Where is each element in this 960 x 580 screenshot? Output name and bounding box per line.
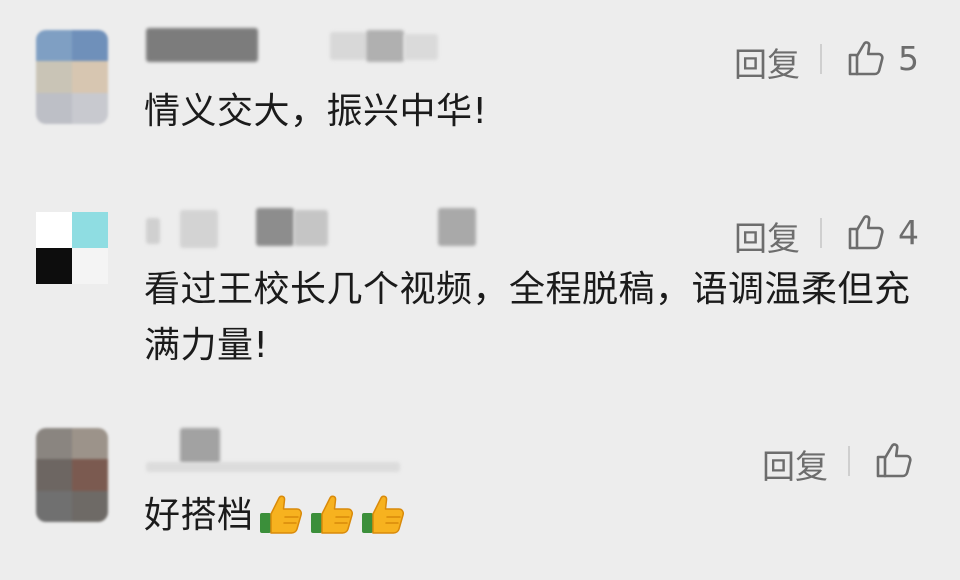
reply-button[interactable]: 回复 bbox=[762, 440, 828, 488]
divider bbox=[848, 446, 850, 476]
thumbs-up-emoji bbox=[310, 495, 353, 534]
thumbs-up-emoji bbox=[361, 495, 404, 534]
comment-text-body: 好搭档 bbox=[144, 495, 254, 536]
user-meta-blurred bbox=[146, 462, 400, 472]
thumbs-up-emoji bbox=[259, 495, 302, 534]
comment-text: 好搭档 bbox=[144, 488, 914, 544]
username-blurred[interactable] bbox=[180, 428, 220, 464]
avatar[interactable] bbox=[36, 428, 108, 522]
comment-item: 回复 好搭档 bbox=[0, 0, 960, 580]
like-button[interactable] bbox=[874, 440, 914, 480]
thumbs-up-icon bbox=[876, 443, 912, 478]
